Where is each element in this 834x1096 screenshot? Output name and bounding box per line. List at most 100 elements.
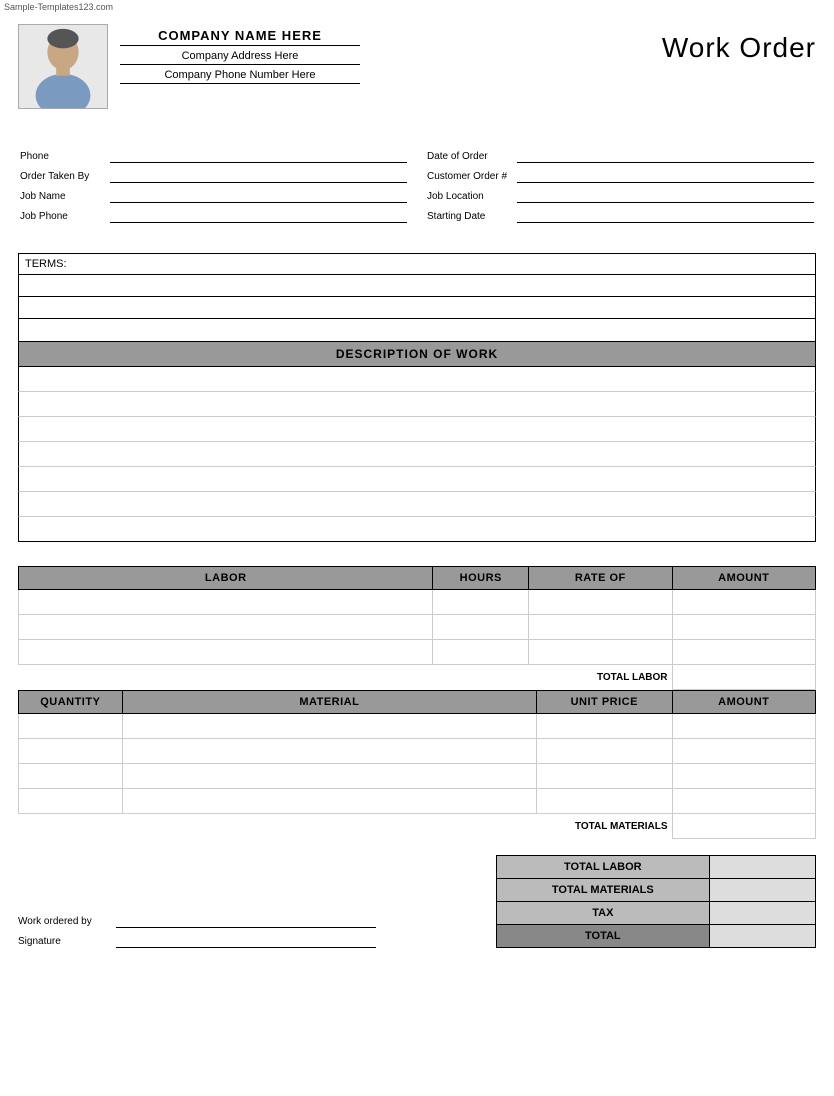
page-title: Work Order	[662, 32, 816, 64]
dow-row-6[interactable]	[18, 492, 816, 517]
dow-row-5[interactable]	[18, 467, 816, 492]
labor-row-3-amount[interactable]	[672, 640, 815, 665]
materials-col-amount: AMOUNT	[672, 691, 815, 714]
materials-row-3-qty[interactable]	[19, 764, 123, 789]
materials-row-1[interactable]	[19, 714, 816, 739]
materials-row-3[interactable]	[19, 764, 816, 789]
materials-row-1-qty[interactable]	[19, 714, 123, 739]
summary-table: TOTAL LABOR TOTAL MATERIALS TAX TOTAL	[496, 855, 816, 948]
dow-row-2[interactable]	[18, 392, 816, 417]
materials-row-3-amount[interactable]	[672, 764, 815, 789]
header-left: COMPANY NAME HERE Company Address Here C…	[18, 24, 360, 109]
company-logo	[18, 24, 108, 109]
labor-row-3-rate[interactable]	[529, 640, 672, 665]
field-date-of-order-input[interactable]	[517, 149, 814, 163]
field-job-phone-label: Job Phone	[20, 211, 110, 222]
terms-row-2[interactable]	[19, 297, 815, 319]
company-address: Company Address Here	[120, 50, 360, 65]
dow-header: DESCRIPTION OF WORK	[18, 342, 816, 367]
labor-row-1-hours[interactable]	[433, 590, 529, 615]
materials-col-quantity: QUANTITY	[19, 691, 123, 714]
summary-row-total-labor: TOTAL LABOR	[497, 856, 816, 879]
materials-row-2-amount[interactable]	[672, 739, 815, 764]
materials-header-row: QUANTITY MATERIAL UNIT PRICE AMOUNT	[19, 691, 816, 714]
materials-row-2-material[interactable]	[122, 739, 536, 764]
labor-table: LABOR HOURS RATE OF AMOUNT	[18, 566, 816, 690]
field-phone-input[interactable]	[110, 149, 407, 163]
labor-row-3-labor[interactable]	[19, 640, 433, 665]
watermark-text: Sample-Templates123.com	[0, 0, 834, 14]
field-job-location-input[interactable]	[517, 189, 814, 203]
field-job-location-label: Job Location	[427, 191, 517, 202]
materials-row-3-material[interactable]	[122, 764, 536, 789]
labor-row-2-labor[interactable]	[19, 615, 433, 640]
labor-row-2-rate[interactable]	[529, 615, 672, 640]
field-order-taken-by-label: Order Taken By	[20, 171, 110, 182]
terms-header: TERMS:	[19, 254, 815, 275]
materials-row-1-unit-price[interactable]	[537, 714, 672, 739]
field-order-taken-by-input[interactable]	[110, 169, 407, 183]
labor-col-rate: RATE OF	[529, 567, 672, 590]
materials-row-1-material[interactable]	[122, 714, 536, 739]
materials-row-2-unit-price[interactable]	[537, 739, 672, 764]
labor-total-label: TOTAL LABOR	[19, 665, 673, 690]
company-phone: Company Phone Number Here	[120, 69, 360, 84]
materials-row-4[interactable]	[19, 789, 816, 814]
form-left: Phone Order Taken By Job Name Job Phone	[20, 149, 407, 229]
labor-row-3-hours[interactable]	[433, 640, 529, 665]
description-of-work-section: DESCRIPTION OF WORK	[18, 342, 816, 542]
field-customer-order: Customer Order #	[427, 169, 814, 183]
materials-row-4-amount[interactable]	[672, 789, 815, 814]
field-customer-order-input[interactable]	[517, 169, 814, 183]
labor-row-2-hours[interactable]	[433, 615, 529, 640]
terms-row-3[interactable]	[19, 319, 815, 341]
materials-row-4-unit-price[interactable]	[537, 789, 672, 814]
materials-row-2-qty[interactable]	[19, 739, 123, 764]
dow-row-1[interactable]	[18, 367, 816, 392]
labor-row-1-labor[interactable]	[19, 590, 433, 615]
signature-label: Signature	[18, 936, 108, 947]
summary-total-label: TOTAL	[497, 925, 710, 948]
materials-row-2[interactable]	[19, 739, 816, 764]
work-ordered-by-input[interactable]	[116, 914, 376, 928]
summary-row-total-materials: TOTAL MATERIALS	[497, 879, 816, 902]
labor-row-1-amount[interactable]	[672, 590, 815, 615]
summary-total-materials-value[interactable]	[709, 879, 815, 902]
field-job-phone: Job Phone	[20, 209, 407, 223]
signature-section: Work ordered by Signature	[18, 914, 376, 948]
summary-tax-value[interactable]	[709, 902, 815, 925]
summary-total-materials-label: TOTAL MATERIALS	[497, 879, 710, 902]
materials-row-3-unit-price[interactable]	[537, 764, 672, 789]
summary-total-value[interactable]	[709, 925, 815, 948]
summary-row-total: TOTAL	[497, 925, 816, 948]
materials-row-1-amount[interactable]	[672, 714, 815, 739]
bottom-area: Work ordered by Signature TOTAL LABOR TO…	[18, 855, 816, 948]
dow-row-4[interactable]	[18, 442, 816, 467]
materials-row-4-material[interactable]	[122, 789, 536, 814]
company-info: COMPANY NAME HERE Company Address Here C…	[120, 28, 360, 88]
dow-row-7[interactable]	[18, 517, 816, 542]
labor-header-row: LABOR HOURS RATE OF AMOUNT	[19, 567, 816, 590]
signature-input[interactable]	[116, 934, 376, 948]
labor-row-2-amount[interactable]	[672, 615, 815, 640]
labor-row-1[interactable]	[19, 590, 816, 615]
dow-row-3[interactable]	[18, 417, 816, 442]
field-starting-date-label: Starting Date	[427, 211, 517, 222]
field-job-name-input[interactable]	[110, 189, 407, 203]
field-phone-label: Phone	[20, 151, 110, 162]
terms-row-1[interactable]	[19, 275, 815, 297]
labor-total-value[interactable]	[672, 665, 815, 690]
summary-total-labor-value[interactable]	[709, 856, 815, 879]
materials-total-value[interactable]	[672, 814, 815, 839]
field-starting-date-input[interactable]	[517, 209, 814, 223]
field-starting-date: Starting Date	[427, 209, 814, 223]
summary-total-labor-label: TOTAL LABOR	[497, 856, 710, 879]
page: COMPANY NAME HERE Company Address Here C…	[0, 14, 834, 1096]
field-job-name: Job Name	[20, 189, 407, 203]
labor-row-3[interactable]	[19, 640, 816, 665]
labor-row-2[interactable]	[19, 615, 816, 640]
field-job-phone-input[interactable]	[110, 209, 407, 223]
labor-total-row: TOTAL LABOR	[19, 665, 816, 690]
materials-row-4-qty[interactable]	[19, 789, 123, 814]
labor-row-1-rate[interactable]	[529, 590, 672, 615]
